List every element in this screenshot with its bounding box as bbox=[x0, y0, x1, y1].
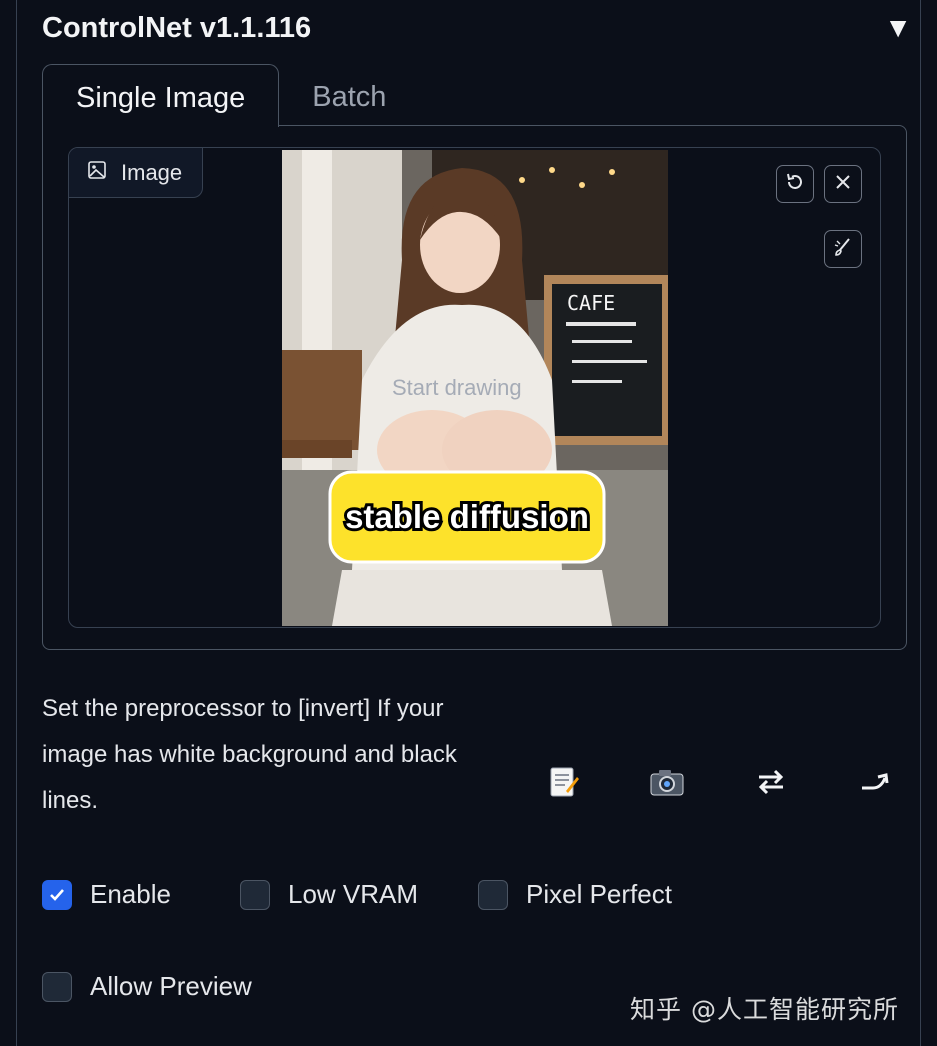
pixel-perfect-checkbox[interactable]: Pixel Perfect bbox=[478, 879, 672, 910]
checkbox-label: Low VRAM bbox=[288, 879, 419, 909]
checkbox-label: Enable bbox=[90, 879, 171, 909]
brush-icon bbox=[832, 236, 854, 263]
allow-preview-checkbox[interactable]: Allow Preview bbox=[42, 971, 252, 1002]
preprocessor-hint: Set the preprocessor to [invert] If your… bbox=[42, 695, 457, 814]
checkbox-label: Allow Preview bbox=[90, 971, 252, 1001]
undo-icon bbox=[784, 171, 806, 198]
checkbox-box[interactable] bbox=[42, 971, 72, 1002]
image-label-text: Image bbox=[121, 159, 183, 185]
watermark: 知乎 @人工智能研究所 bbox=[630, 995, 899, 1024]
camera-icon[interactable] bbox=[647, 762, 687, 802]
clear-button[interactable] bbox=[824, 165, 862, 203]
tab-batch[interactable]: Batch bbox=[279, 64, 419, 126]
memo-icon[interactable] bbox=[543, 762, 583, 802]
checkbox-label: Pixel Perfect bbox=[526, 879, 672, 909]
checkbox-box[interactable] bbox=[478, 879, 508, 910]
checkbox-box[interactable] bbox=[240, 879, 270, 910]
uploaded-photo[interactable]: CAFE Start drawing stable diffusion bbox=[282, 150, 668, 626]
image-icon bbox=[87, 160, 107, 186]
send-icon[interactable] bbox=[855, 762, 895, 802]
undo-button[interactable] bbox=[776, 165, 814, 203]
chalkboard-text: CAFE bbox=[567, 291, 615, 315]
checkmark-icon bbox=[50, 888, 64, 901]
panel-title: ControlNet v1.1.116 bbox=[42, 11, 312, 44]
checkbox-box[interactable] bbox=[42, 879, 72, 910]
image-upload-area[interactable]: CAFE Start drawing stable diffusion Imag… bbox=[68, 147, 881, 628]
overlay-caption: stable diffusion bbox=[345, 498, 589, 535]
image-tab-label: Image bbox=[69, 148, 203, 198]
enable-checkbox[interactable]: Enable bbox=[42, 879, 171, 910]
close-icon bbox=[833, 172, 853, 197]
tab-single-image[interactable]: Single Image bbox=[42, 64, 280, 127]
photo-illustration: CAFE Start drawing stable diffusion bbox=[282, 150, 668, 626]
tab-bar: Single Image Batch bbox=[42, 64, 419, 127]
brush-button[interactable] bbox=[824, 230, 862, 268]
triangle-down-icon[interactable]: ▼ bbox=[884, 12, 912, 44]
low-vram-checkbox[interactable]: Low VRAM bbox=[240, 879, 418, 910]
canvas-placeholder: Start drawing bbox=[392, 375, 522, 400]
accordion-header[interactable]: ControlNet v1.1.116 ▼ bbox=[42, 8, 912, 48]
swap-icon[interactable] bbox=[751, 762, 791, 802]
